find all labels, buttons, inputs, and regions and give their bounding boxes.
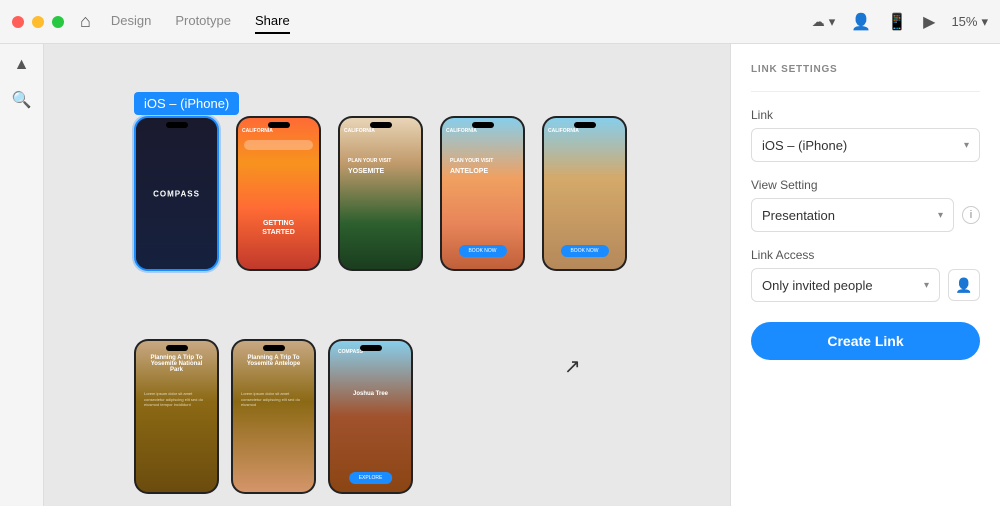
phone-screen-8: COMPASS Joshua Tree EXPLORE [330, 341, 411, 492]
phone-screen-5: CALIFORNIA BOOK NOW [544, 118, 625, 269]
user-access-icon[interactable]: 👤 [948, 269, 980, 301]
phone-card-3[interactable]: ··· CALIFORNIA PLAN YOUR VISIT YOSEMITE [338, 116, 423, 271]
tab-design[interactable]: Design [111, 9, 151, 34]
screen-btn-4: BOOK NOW [458, 245, 506, 257]
nav-bar-4: CALIFORNIA [446, 128, 519, 134]
cloud-button[interactable]: ☁ ▾ [812, 14, 836, 30]
nav-bar-2: CALIFORNIA [242, 128, 315, 134]
cloud-chevron: ▾ [829, 14, 836, 30]
phone-screen-4: CALIFORNIA PLAN YOUR VISIT ANTELOPE BOOK… [442, 118, 523, 269]
canvas-area: iOS – (iPhone) ··· COMPASS ··· CALIFORNI… [44, 44, 730, 506]
phone-screen-6: Planning A Trip ToYosemite National Park… [136, 341, 217, 492]
phone-card-8[interactable]: ··· COMPASS Joshua Tree EXPLORE [328, 339, 413, 494]
user-icon[interactable]: 👤 [851, 12, 871, 32]
cloud-icon: ☁ [812, 14, 825, 30]
main-area: ▲ 🔍 iOS – (iPhone) ··· COMPASS ··· [0, 44, 1000, 506]
link-select[interactable]: iOS – (iPhone) ▾ [751, 128, 980, 162]
phone-card-7[interactable]: ··· Planning A Trip ToYosemite Antelope … [231, 339, 316, 494]
nav-tabs: Design Prototype Share [111, 9, 812, 34]
phone-grid-row1: ··· COMPASS ··· CALIFORNIA GETTING START… [134, 116, 632, 271]
search-tool[interactable]: 🔍 [12, 90, 32, 110]
phone-screen-2: CALIFORNIA GETTING STARTED [238, 118, 319, 269]
notch-8 [360, 345, 382, 351]
search-bar-2 [244, 140, 313, 150]
play-icon[interactable]: ▶ [923, 12, 935, 32]
toolbar-right: ☁ ▾ 👤 📱 ▶ 15% ▾ [812, 12, 988, 32]
link-access-value: Only invited people [762, 278, 873, 293]
zoom-level[interactable]: 15% ▾ [951, 14, 988, 30]
notch-4 [472, 122, 494, 128]
phone-screen-3: CALIFORNIA PLAN YOUR VISIT YOSEMITE [340, 118, 421, 269]
view-setting-chevron-icon: ▾ [938, 210, 943, 221]
link-access-field-group: Link Access Only invited people ▾ 👤 [751, 248, 980, 302]
nav-bar-5: CALIFORNIA [548, 128, 621, 134]
link-access-row: Only invited people ▾ 👤 [751, 268, 980, 302]
link-access-label: Link Access [751, 248, 980, 262]
panel-title: LINK SETTINGS [751, 64, 980, 75]
phone-card-4[interactable]: ··· CALIFORNIA PLAN YOUR VISIT ANTELOPE … [440, 116, 525, 271]
view-setting-select[interactable]: Presentation ▾ [751, 198, 954, 232]
link-value: iOS – (iPhone) [762, 138, 847, 153]
tab-prototype[interactable]: Prototype [175, 9, 231, 34]
phone-screen-1: COMPASS [136, 118, 217, 269]
link-field-group: Link iOS – (iPhone) ▾ [751, 108, 980, 162]
home-icon[interactable]: ⌂ [80, 11, 91, 32]
mobile-icon[interactable]: 📱 [887, 12, 907, 32]
close-button[interactable] [12, 16, 24, 28]
notch-3 [370, 122, 392, 128]
screen-btn-5: BOOK NOW [560, 245, 608, 257]
user-silhouette-icon: 👤 [955, 277, 972, 294]
notch-7 [263, 345, 285, 351]
create-link-button[interactable]: Create Link [751, 322, 980, 360]
phone-screen-7: Planning A Trip ToYosemite Antelope Lore… [233, 341, 314, 492]
info-icon[interactable]: i [962, 206, 980, 224]
select-tool[interactable]: ▲ [14, 56, 30, 74]
cursor-pointer: ↗ [564, 354, 581, 379]
phone-card-1[interactable]: ··· COMPASS [134, 116, 219, 271]
view-setting-row: Presentation ▾ i [751, 198, 980, 232]
notch-6 [166, 345, 188, 351]
left-toolbar: ▲ 🔍 [0, 44, 44, 506]
phone-card-6[interactable]: ··· Planning A Trip ToYosemite National … [134, 339, 219, 494]
view-setting-label: View Setting [751, 178, 980, 192]
view-setting-value: Presentation [762, 208, 835, 223]
nav-bar-3: CALIFORNIA [344, 128, 417, 134]
titlebar: ⌂ Design Prototype Share ☁ ▾ 👤 📱 ▶ 15% ▾ [0, 0, 1000, 44]
minimize-button[interactable] [32, 16, 44, 28]
view-setting-field-group: View Setting Presentation ▾ i [751, 178, 980, 232]
phone-grid-row2: ··· Planning A Trip ToYosemite National … [134, 339, 413, 494]
maximize-button[interactable] [52, 16, 64, 28]
right-panel: LINK SETTINGS Link iOS – (iPhone) ▾ View… [730, 44, 1000, 506]
traffic-lights [12, 16, 64, 28]
notch-2 [268, 122, 290, 128]
divider-1 [751, 91, 980, 92]
link-access-chevron-icon: ▾ [924, 280, 929, 291]
phone-card-5[interactable]: ··· CALIFORNIA BOOK NOW [542, 116, 627, 271]
link-chevron-icon: ▾ [964, 140, 969, 151]
screen-btn-8: EXPLORE [349, 472, 393, 484]
link-field-label: Link [751, 108, 980, 122]
screen-text-2: GETTING STARTED [246, 219, 311, 239]
zoom-chevron: ▾ [981, 14, 988, 30]
selection-label: iOS – (iPhone) [134, 92, 239, 115]
phone-card-2[interactable]: ··· CALIFORNIA GETTING STARTED [236, 116, 321, 271]
tab-share[interactable]: Share [255, 9, 290, 34]
link-access-select[interactable]: Only invited people ▾ [751, 268, 940, 302]
compass-logo-1: COMPASS [153, 189, 200, 198]
notch-5 [574, 122, 596, 128]
notch-1 [166, 122, 188, 128]
